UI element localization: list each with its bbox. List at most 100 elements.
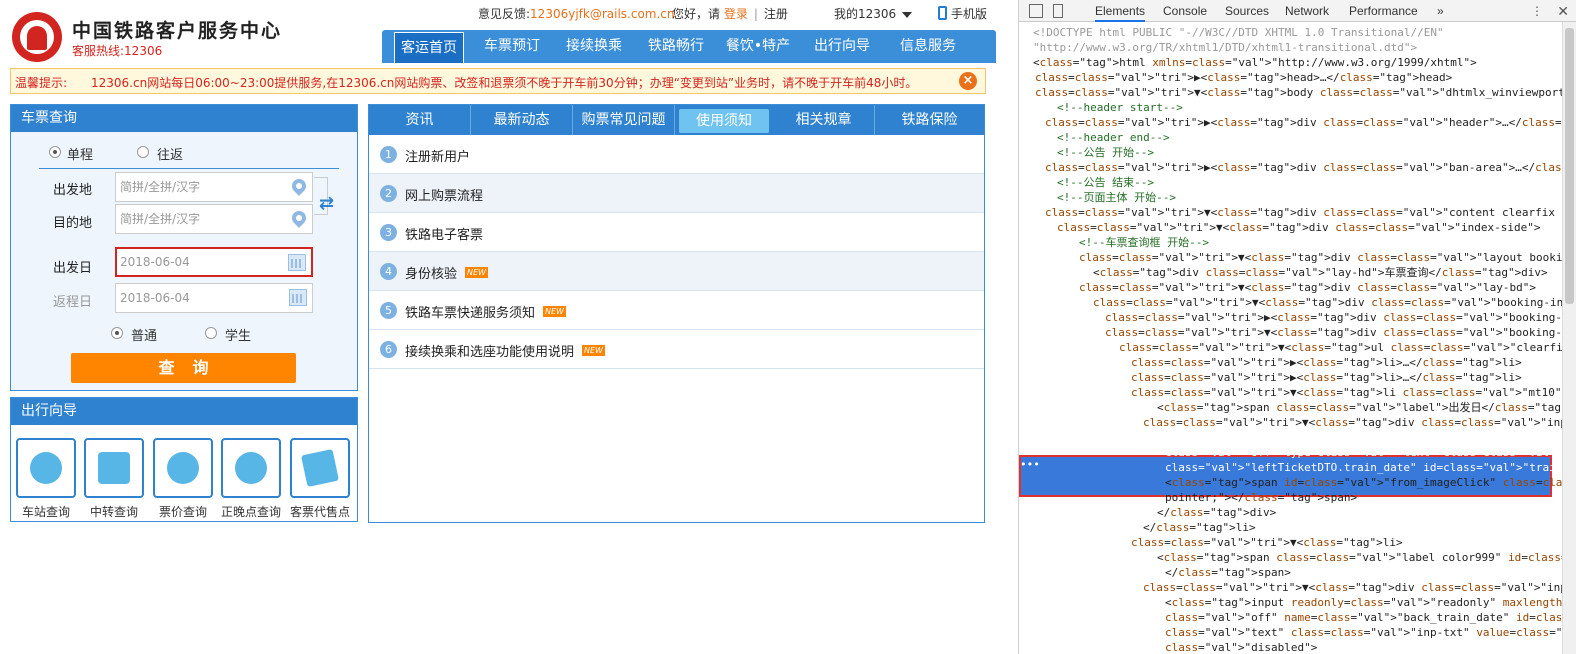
nav-home[interactable]: 客运首页 (394, 32, 464, 63)
tab-faq[interactable]: 购票常见问题 (573, 105, 675, 135)
my12306-menu[interactable]: 我的12306 (834, 5, 913, 23)
dom-line[interactable]: <!--页面主体 开始--> (1057, 190, 1176, 205)
scrollbar[interactable] (1562, 22, 1576, 654)
one-way-radio[interactable] (49, 146, 61, 158)
kebab-menu-icon[interactable]: ⋮ (1531, 2, 1543, 20)
dom-line[interactable]: class=class="val">"tri">▼<class="tag">di… (1045, 205, 1576, 220)
dom-line[interactable]: <!--车票查询框 开始--> (1079, 235, 1209, 250)
nav-catering[interactable]: 餐饮•特产 (722, 30, 794, 63)
dom-line[interactable]: <class="tag">span class=class="val">"lab… (1157, 550, 1576, 565)
nav-transfer[interactable]: 接续换乘 (558, 30, 630, 63)
more-tabs-icon[interactable]: » (1437, 0, 1444, 22)
round-trip-radio[interactable] (137, 146, 149, 158)
dom-line[interactable]: class=class="val">"tri">▶<class="tag">li… (1131, 370, 1522, 385)
calendar-icon[interactable] (288, 254, 306, 271)
dom-line[interactable]: <!--header start--> (1057, 100, 1183, 115)
guide-station-query[interactable]: 车站查询 (16, 438, 76, 519)
dom-line[interactable]: <!--header end--> (1057, 130, 1170, 145)
dom-line[interactable]: class=class="val">"tri">▼<class="tag">di… (1105, 325, 1576, 340)
devtools-tab-elements[interactable]: Elements (1095, 0, 1146, 22)
tab-latest[interactable]: 最新动态 (471, 105, 573, 135)
dom-line[interactable]: class="val">"leftTicketDTO.train_date" i… (1165, 460, 1576, 475)
nav-travel-guide[interactable]: 出行向导 (806, 30, 878, 63)
devtools-tab-sources[interactable]: Sources (1225, 0, 1269, 22)
to-station-input[interactable]: 简拼/全拼/汉字 (115, 204, 313, 234)
node-more-icon[interactable]: ••• (1020, 457, 1040, 472)
list-item[interactable]: 3 铁路电子客票 (369, 213, 984, 252)
to-label: 目的地 (53, 216, 93, 231)
list-item[interactable]: 1 注册新用户 (369, 135, 984, 174)
dom-line[interactable]: </class="tag">li> (1143, 520, 1256, 535)
tab-regulations[interactable]: 相关规章 (773, 105, 875, 135)
dom-line[interactable]: "http://www.w3.org/TR/xhtml1/DTD/xhtml1-… (1033, 40, 1417, 55)
guide-punctuality-query[interactable]: 正晚点查询 (221, 438, 281, 519)
tab-news[interactable]: 资讯 (369, 105, 471, 135)
list-item[interactable]: 4 身份核验 NEW (369, 252, 984, 291)
devtools-tab-console[interactable]: Console (1163, 0, 1207, 22)
dom-line[interactable]: <class="tag">input readonly=class="val">… (1165, 595, 1576, 610)
site-logo[interactable]: 中国铁路客户服务中心 客服热线:12306 (10, 8, 320, 62)
dom-line[interactable]: class="val">"off" type=class="val">"text… (1165, 445, 1576, 460)
dom-line[interactable]: <!--公告 开始--> (1057, 145, 1154, 160)
feedback-email-link[interactable]: 12306yjfk@rails.com.cn (530, 7, 674, 21)
list-item[interactable]: 5 铁路车票快递服务须知 NEW (369, 291, 984, 330)
dom-line[interactable]: class=class="val">"tri">▼<class="tag">di… (1057, 220, 1541, 235)
dom-line[interactable]: <class="tag">input readonly=class="val">… (1165, 430, 1576, 445)
dom-line[interactable]: <!DOCTYPE html PUBLIC "-//W3C//DTD XHTML… (1033, 25, 1444, 40)
dom-line[interactable]: <class="tag">span class=class="val">"lab… (1157, 400, 1576, 415)
tab-usage-notes[interactable]: 使用须知 (679, 109, 769, 133)
dom-line[interactable]: class=class="val">"tri">▶<class="tag">di… (1045, 160, 1576, 175)
search-button[interactable]: 查询 (71, 353, 296, 383)
from-station-input[interactable]: 简拼/全拼/汉字 (115, 172, 313, 202)
nav-railway-pass[interactable]: 铁路畅行 (640, 30, 712, 63)
dom-line[interactable]: <class="tag">div class=class="val">"lay-… (1093, 265, 1548, 280)
devtools-tab-performance[interactable]: Performance (1349, 0, 1418, 22)
list-item[interactable]: 6 接续换乘和选座功能使用说明 NEW (369, 330, 984, 369)
normal-ticket-radio[interactable] (111, 327, 123, 339)
dom-line[interactable]: class=class="val">"tri">▼<class="tag">ul… (1119, 340, 1576, 355)
scrollbar-thumb[interactable] (1565, 28, 1574, 304)
calendar-icon[interactable] (289, 289, 307, 306)
guide-fare-query[interactable]: 票价查询 (153, 438, 213, 519)
student-ticket-radio[interactable] (205, 327, 217, 339)
nav-info-service[interactable]: 信息服务 (892, 30, 964, 63)
dom-line[interactable]: class=class="val">"tri">▼<class="tag">di… (1079, 280, 1536, 295)
guide-transfer-query[interactable]: 中转查询 (84, 438, 144, 519)
dom-line[interactable]: class=class="val">"tri">▶<class="tag">li… (1131, 355, 1522, 370)
dom-line[interactable]: <class="tag">html xmlns=class="val">"htt… (1033, 55, 1477, 70)
device-toggle-icon[interactable] (1053, 4, 1063, 18)
dom-line[interactable]: class="val">"disabled"> (1165, 640, 1317, 654)
dom-line[interactable]: pointer;"></class="tag">span> (1165, 490, 1357, 505)
close-icon[interactable]: ✕ (1557, 0, 1569, 22)
register-link[interactable]: 注册 (764, 7, 788, 21)
dom-line[interactable]: class=class="val">"tri">▼<class="tag">di… (1093, 295, 1576, 310)
guide-ticket-agency[interactable]: 客票代售点 (290, 438, 350, 519)
tab-insurance[interactable]: 铁路保险 (875, 105, 984, 135)
dom-line[interactable]: class="val">"text" class=class="val">"in… (1165, 625, 1576, 640)
list-item[interactable]: 2 网上购票流程 (369, 174, 984, 213)
swap-stations-icon[interactable] (319, 193, 339, 215)
devtools-tab-network[interactable]: Network (1285, 0, 1329, 22)
login-link[interactable]: 登录 (724, 7, 748, 21)
dom-line[interactable]: class=class="val">"tri">▼<class="tag">li… (1131, 535, 1403, 550)
dom-line[interactable]: class=class="val">"tri">▶<class="tag">di… (1045, 115, 1576, 130)
departure-date-input[interactable]: 2018-06-04 (115, 247, 313, 277)
nav-ticket-booking[interactable]: 车票预订 (476, 30, 548, 63)
return-date-input[interactable]: 2018-06-04 (115, 283, 313, 313)
dom-line[interactable]: <!--公告 结束--> (1057, 175, 1154, 190)
dom-line[interactable]: class=class="val">"tri">▼<class="tag">di… (1143, 415, 1576, 430)
close-icon[interactable]: × (959, 72, 977, 90)
dom-line[interactable]: <class="tag">span id=class="val">"from_i… (1165, 475, 1576, 490)
mobile-link[interactable]: 手机版 (938, 5, 987, 23)
dom-line[interactable]: class=class="val">"tri">▼<class="tag">bo… (1035, 85, 1576, 100)
logo-title: 中国铁路客户服务中心 (72, 20, 283, 42)
dom-line[interactable]: class=class="val">"tri">▶<class="tag">di… (1105, 310, 1576, 325)
dom-line[interactable]: </class="tag">div> (1157, 505, 1276, 520)
dom-line[interactable]: class=class="val">"tri">▶<class="tag">he… (1035, 70, 1452, 85)
inspect-element-icon[interactable] (1029, 4, 1043, 18)
dom-line[interactable]: class=class="val">"tri">▼<class="tag">di… (1143, 580, 1576, 595)
dom-line[interactable]: class=class="val">"tri">▼<class="tag">li… (1131, 385, 1568, 400)
dom-line[interactable]: class=class="val">"tri">▼<class="tag">di… (1079, 250, 1576, 265)
dom-line[interactable]: class="val">"off" name=class="val">"back… (1165, 610, 1576, 625)
dom-line[interactable]: </class="tag">span> (1165, 565, 1291, 580)
